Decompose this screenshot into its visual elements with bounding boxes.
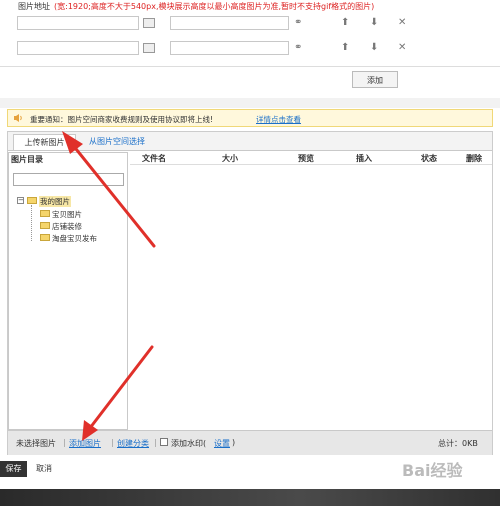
annotation-arrows <box>62 131 156 441</box>
arrow-to-upload-tab <box>62 131 156 248</box>
arrow-to-add-image <box>82 345 154 441</box>
